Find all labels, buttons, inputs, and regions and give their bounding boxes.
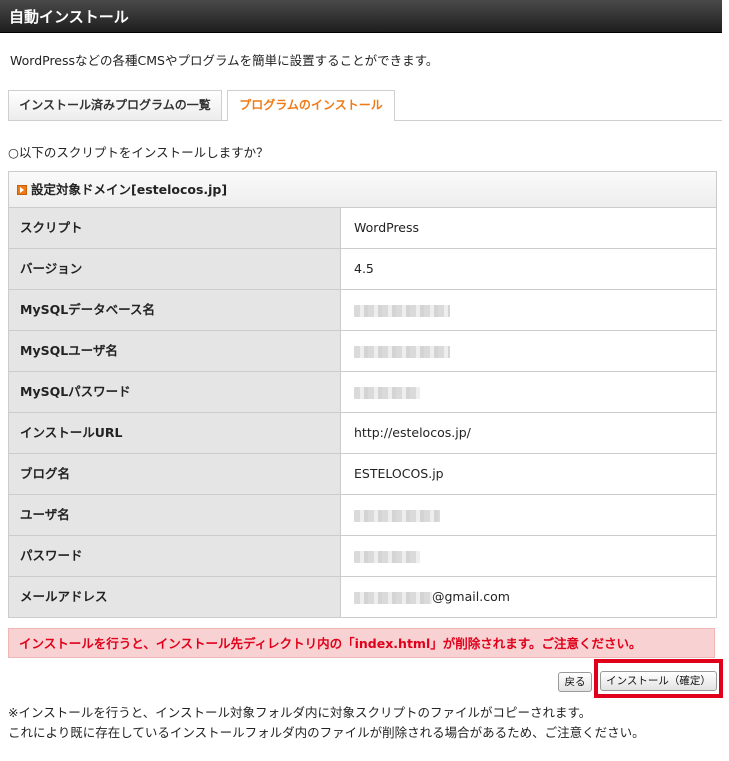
table-row: MySQLデータベース名 (9, 290, 716, 331)
email-domain: @gmail.com (432, 589, 510, 604)
row-label: MySQLユーザ名 (9, 331, 341, 371)
note-line: ※インストールを行うと、インストール対象フォルダ内に対象スクリプトのファイルがコ… (8, 705, 592, 720)
row-label: スクリプト (9, 208, 341, 248)
redacted-value (354, 550, 420, 563)
table-heading: 設定対象ドメイン[estelocos.jp] (9, 172, 716, 208)
tab-install-program[interactable]: プログラムのインストール (227, 90, 395, 121)
redacted-value (354, 386, 420, 399)
row-label: MySQLデータベース名 (9, 290, 341, 330)
confirm-question: ○以下のスクリプトをインストールしますか？ (8, 145, 269, 160)
row-value: ESTELOCOS.jp (354, 466, 444, 481)
row-label: パスワード (9, 536, 341, 576)
redacted-value (354, 345, 450, 358)
row-value: WordPress (354, 220, 420, 235)
table-row: ブログ名 ESTELOCOS.jp (9, 454, 716, 495)
row-label: MySQLパスワード (9, 372, 341, 412)
redacted-value (354, 509, 440, 522)
row-value-redacted (342, 331, 716, 371)
row-label: メールアドレス (9, 577, 341, 617)
redacted-value (354, 304, 450, 317)
row-value-redacted (342, 495, 716, 535)
tab-bar: インストール済みプログラムの一覧 プログラムのインストール (8, 90, 722, 121)
row-label: インストールURL (9, 413, 341, 453)
install-confirm-button[interactable]: インストール（確定） (600, 671, 717, 691)
note-line: これにより既に存在しているインストールフォルダ内のファイルが削除される場合がある… (8, 725, 645, 740)
row-value: http://estelocos.jp/ (354, 425, 471, 440)
table-row: パスワード (9, 536, 716, 577)
row-label: バージョン (9, 249, 341, 289)
page-title: 自動インストール (9, 8, 129, 26)
row-value-redacted (342, 372, 716, 412)
table-row: ユーザ名 (9, 495, 716, 536)
row-value-email: @gmail.com (342, 577, 716, 617)
table-row: MySQLユーザ名 (9, 331, 716, 372)
row-value-redacted (342, 536, 716, 576)
settings-table: 設定対象ドメイン[estelocos.jp] スクリプト WordPress バ… (8, 171, 717, 618)
table-row: バージョン 4.5 (9, 249, 716, 290)
table-row: スクリプト WordPress (9, 208, 716, 249)
row-label: ユーザ名 (9, 495, 341, 535)
domain-heading: 設定対象ドメイン[estelocos.jp] (31, 182, 228, 197)
arrow-right-icon (17, 185, 27, 195)
app-title-bar: 自動インストール (0, 0, 722, 33)
back-button[interactable]: 戻る (558, 672, 592, 692)
tab-installed-programs[interactable]: インストール済みプログラムの一覧 (8, 90, 222, 120)
row-value: 4.5 (354, 261, 374, 276)
warning-banner: インストールを行うと、インストール先ディレクトリ内の「index.html」が削… (8, 628, 715, 658)
table-row: メールアドレス @gmail.com (9, 577, 716, 618)
table-row: MySQLパスワード (9, 372, 716, 413)
table-row: インストールURL http://estelocos.jp/ (9, 413, 716, 454)
row-label: ブログ名 (9, 454, 341, 494)
row-value-redacted (342, 290, 716, 330)
intro-text: WordPressなどの各種CMSやプログラムを簡単に設置することができます。 (10, 53, 439, 68)
redacted-value (354, 591, 432, 604)
